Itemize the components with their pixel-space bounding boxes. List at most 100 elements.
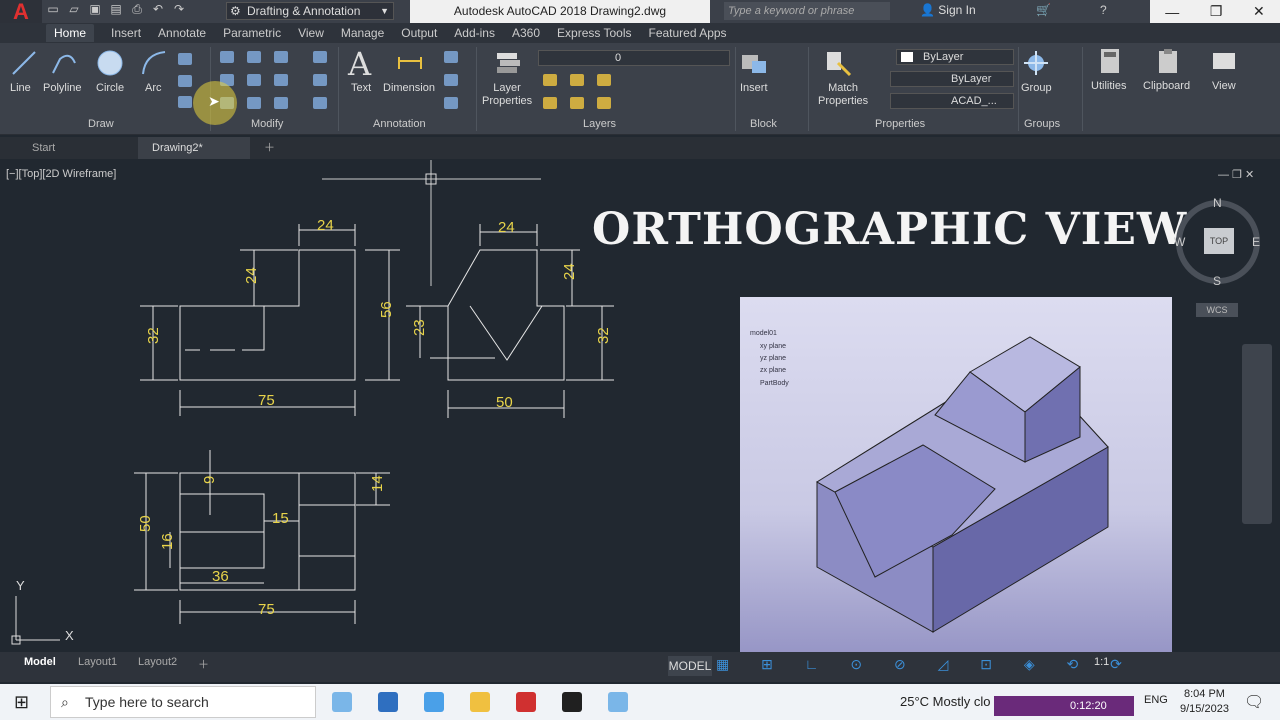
fillet-icon[interactable] (274, 74, 288, 86)
trim-icon[interactable] (274, 51, 288, 63)
groups-panel-title[interactable]: Groups (1024, 118, 1060, 130)
layer-off-icon[interactable] (570, 97, 584, 109)
tab-start[interactable]: Start (0, 137, 138, 159)
color-dropdown[interactable]: ByLayer (896, 49, 1014, 65)
taskbar-app-3-icon[interactable] (424, 692, 444, 712)
tab-layout2[interactable]: Layout2 (138, 656, 177, 668)
taskbar-app-1-icon[interactable] (332, 692, 352, 712)
rectangle-icon[interactable] (178, 53, 192, 65)
text-icon[interactable]: A (348, 45, 371, 83)
tab-addins[interactable]: Add-ins (454, 26, 495, 40)
utilities-icon[interactable] (1096, 47, 1124, 75)
tab-insert[interactable]: Insert (111, 26, 141, 40)
viewcube-top-face[interactable]: TOP (1204, 228, 1234, 254)
circle-button[interactable]: Circle (96, 82, 124, 94)
taskbar-search-input[interactable]: ⌕ Type here to search (50, 686, 316, 718)
minimize-icon[interactable]: — (1165, 4, 1179, 20)
view-icon[interactable] (1210, 47, 1238, 75)
tab-model[interactable]: Model (24, 656, 56, 668)
navigation-bar[interactable] (1242, 344, 1272, 524)
redo-icon[interactable]: ↷ (172, 2, 186, 18)
tab-featured-apps[interactable]: Featured Apps (649, 26, 727, 40)
dimension-icon[interactable] (396, 49, 424, 77)
viewcube-n[interactable]: N (1213, 196, 1222, 210)
layer-lock-icon[interactable] (597, 74, 611, 86)
layer-dropdown[interactable]: 0 (538, 50, 730, 66)
lineweight-dropdown[interactable]: ACAD_... (890, 93, 1014, 109)
add-layout-icon[interactable]: ＋ (198, 656, 209, 672)
tab-view[interactable]: View (298, 26, 324, 40)
leader2-icon[interactable] (444, 74, 458, 86)
screen-recorder-bar[interactable]: 0:12:20 (994, 696, 1134, 716)
help-search-input[interactable]: Type a keyword or phrase (724, 2, 890, 20)
utilities-button[interactable]: Utilities (1091, 80, 1126, 92)
model-space-button[interactable]: MODEL (668, 656, 712, 676)
tab-annotate[interactable]: Annotate (158, 26, 206, 40)
new-icon[interactable]: ▭ (46, 2, 60, 18)
saveas-icon[interactable]: ▤ (109, 2, 123, 18)
layers-panel-title[interactable]: Layers (583, 118, 616, 130)
status-toggles[interactable]: ▦ ⊞ ∟ ⊙ ⊘ ◿ ⊡ ◈ ⟲ ⟳ (716, 656, 1276, 678)
open-icon[interactable]: ▱ (67, 2, 81, 18)
tab-a360[interactable]: A360 (512, 26, 540, 40)
signin-button[interactable]: 👤 Sign In (920, 3, 976, 17)
line-button[interactable]: Line (10, 82, 31, 94)
autocad-icon[interactable] (516, 692, 536, 712)
restore-icon[interactable]: ❐ (1210, 3, 1223, 20)
close-icon[interactable]: ✕ (1253, 3, 1265, 20)
tab-home[interactable]: Home (46, 24, 95, 42)
viewcube-w[interactable]: W (1174, 235, 1185, 249)
properties-panel-title[interactable]: Properties (875, 118, 925, 130)
block-panel-title[interactable]: Block (750, 118, 777, 130)
polyline-button[interactable]: Polyline (43, 82, 82, 94)
linetype-dropdown[interactable]: ByLayer (890, 71, 1014, 87)
save-icon[interactable]: ▣ (88, 2, 102, 18)
tab-parametric[interactable]: Parametric (223, 26, 281, 40)
viewcube-s[interactable]: S (1213, 274, 1221, 288)
insert-icon[interactable] (740, 49, 768, 77)
undo-icon[interactable]: ↶ (151, 2, 165, 18)
array-icon[interactable] (274, 97, 288, 109)
layer-state-icon[interactable] (543, 74, 557, 86)
clipboard-button[interactable]: Clipboard (1143, 80, 1190, 92)
hatch-icon[interactable] (178, 75, 192, 87)
layer-match-icon[interactable] (597, 97, 611, 109)
text-button[interactable]: Text (351, 82, 371, 94)
layer-freeze-icon[interactable] (570, 74, 584, 86)
region-icon[interactable] (178, 96, 192, 108)
cart-icon[interactable]: 🛒 (1036, 3, 1051, 17)
viewport-controls[interactable]: — ❐ ✕ (1218, 168, 1254, 181)
match-properties-icon[interactable] (824, 49, 852, 77)
annotation-panel-title[interactable]: Annotation (373, 118, 426, 130)
taskbar-app-6-icon[interactable] (562, 692, 582, 712)
workspace-dropdown[interactable]: ⚙ Drafting & Annotation ▼ (226, 2, 394, 20)
rotate-icon[interactable] (247, 51, 261, 63)
line-icon[interactable] (10, 49, 38, 77)
plot-icon[interactable]: ⎙ (130, 2, 144, 18)
move-icon[interactable] (220, 51, 234, 63)
taskbar-app-7-icon[interactable] (608, 692, 628, 712)
tab-express-tools[interactable]: Express Tools (557, 26, 631, 40)
tab-manage[interactable]: Manage (341, 26, 384, 40)
windows-start-icon[interactable]: ⊞ (14, 692, 29, 713)
layer-isolate-icon[interactable] (543, 97, 557, 109)
new-tab-icon[interactable]: ＋ (250, 137, 289, 159)
erase-icon[interactable] (313, 51, 327, 63)
weather-widget[interactable]: 25°C Mostly clo (900, 694, 990, 709)
drawing-canvas[interactable]: [−][Top][2D Wireframe] — ❐ ✕ 24 24 32 75… (0, 160, 1280, 652)
explode-icon[interactable] (313, 74, 327, 86)
clipboard-icon[interactable] (1154, 47, 1182, 75)
leader-icon[interactable] (444, 51, 458, 63)
calculator-icon[interactable] (378, 692, 398, 712)
help-icon[interactable]: ? (1100, 3, 1107, 17)
match-properties-button[interactable]: Match Properties (818, 82, 868, 108)
group-icon[interactable] (1022, 49, 1050, 77)
layer-properties-icon[interactable] (494, 49, 522, 77)
tab-output[interactable]: Output (401, 26, 437, 40)
layer-properties-button[interactable]: Layer Properties (482, 82, 532, 108)
view-button[interactable]: View (1212, 80, 1236, 92)
group-button[interactable]: Group (1021, 82, 1052, 94)
notification-icon[interactable]: 🗨 (1244, 692, 1264, 712)
offset-icon[interactable] (313, 97, 327, 109)
tab-layout1[interactable]: Layout1 (78, 656, 117, 668)
